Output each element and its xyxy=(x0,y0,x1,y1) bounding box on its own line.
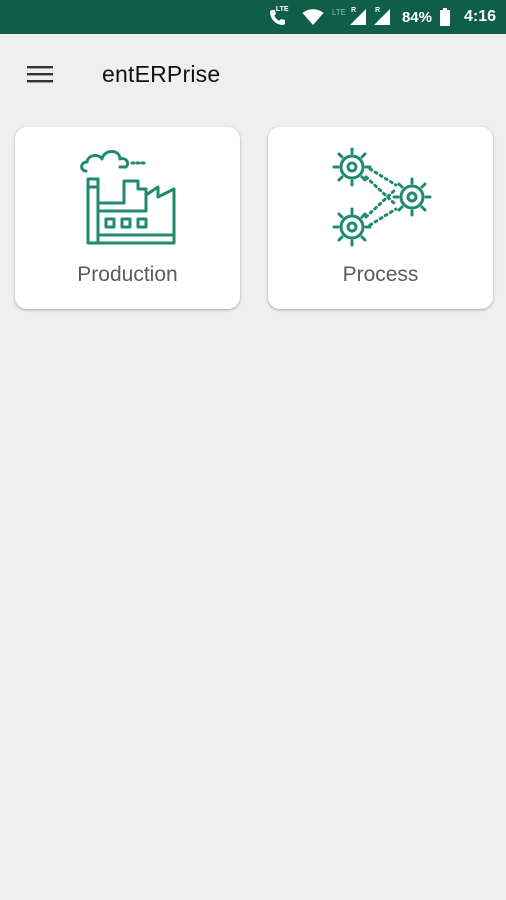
clock: 4:16 xyxy=(463,8,496,25)
app-bar: entERPrise xyxy=(0,34,506,114)
signal-icon: R xyxy=(349,7,366,25)
card-label-process: Process xyxy=(342,263,419,286)
gear-top xyxy=(332,147,371,187)
production-card[interactable]: Production xyxy=(15,127,240,309)
lte-call-icon: LTE xyxy=(268,6,294,27)
process-card[interactable]: Process xyxy=(268,127,493,309)
battery-icon xyxy=(439,8,450,26)
gear-right xyxy=(392,177,431,217)
hamburger-menu-icon[interactable] xyxy=(19,53,61,95)
signal-r-tag: R xyxy=(350,7,356,14)
gear-bottom xyxy=(332,207,371,247)
lte-call-tag: LTE xyxy=(275,6,289,13)
gears-process-icon xyxy=(326,145,436,254)
signal-r-tag: R xyxy=(374,7,380,14)
app-title: entERPrise xyxy=(102,60,221,87)
status-bar: LTE LTE R R 84% 4:16 xyxy=(0,0,506,34)
wifi-icon xyxy=(302,8,324,26)
lte-label: LTE xyxy=(331,8,346,17)
factory-icon xyxy=(76,145,180,254)
card-label-production: Production xyxy=(77,263,178,286)
signal-icon: R xyxy=(373,7,390,25)
battery-percent: 84% xyxy=(401,8,432,26)
